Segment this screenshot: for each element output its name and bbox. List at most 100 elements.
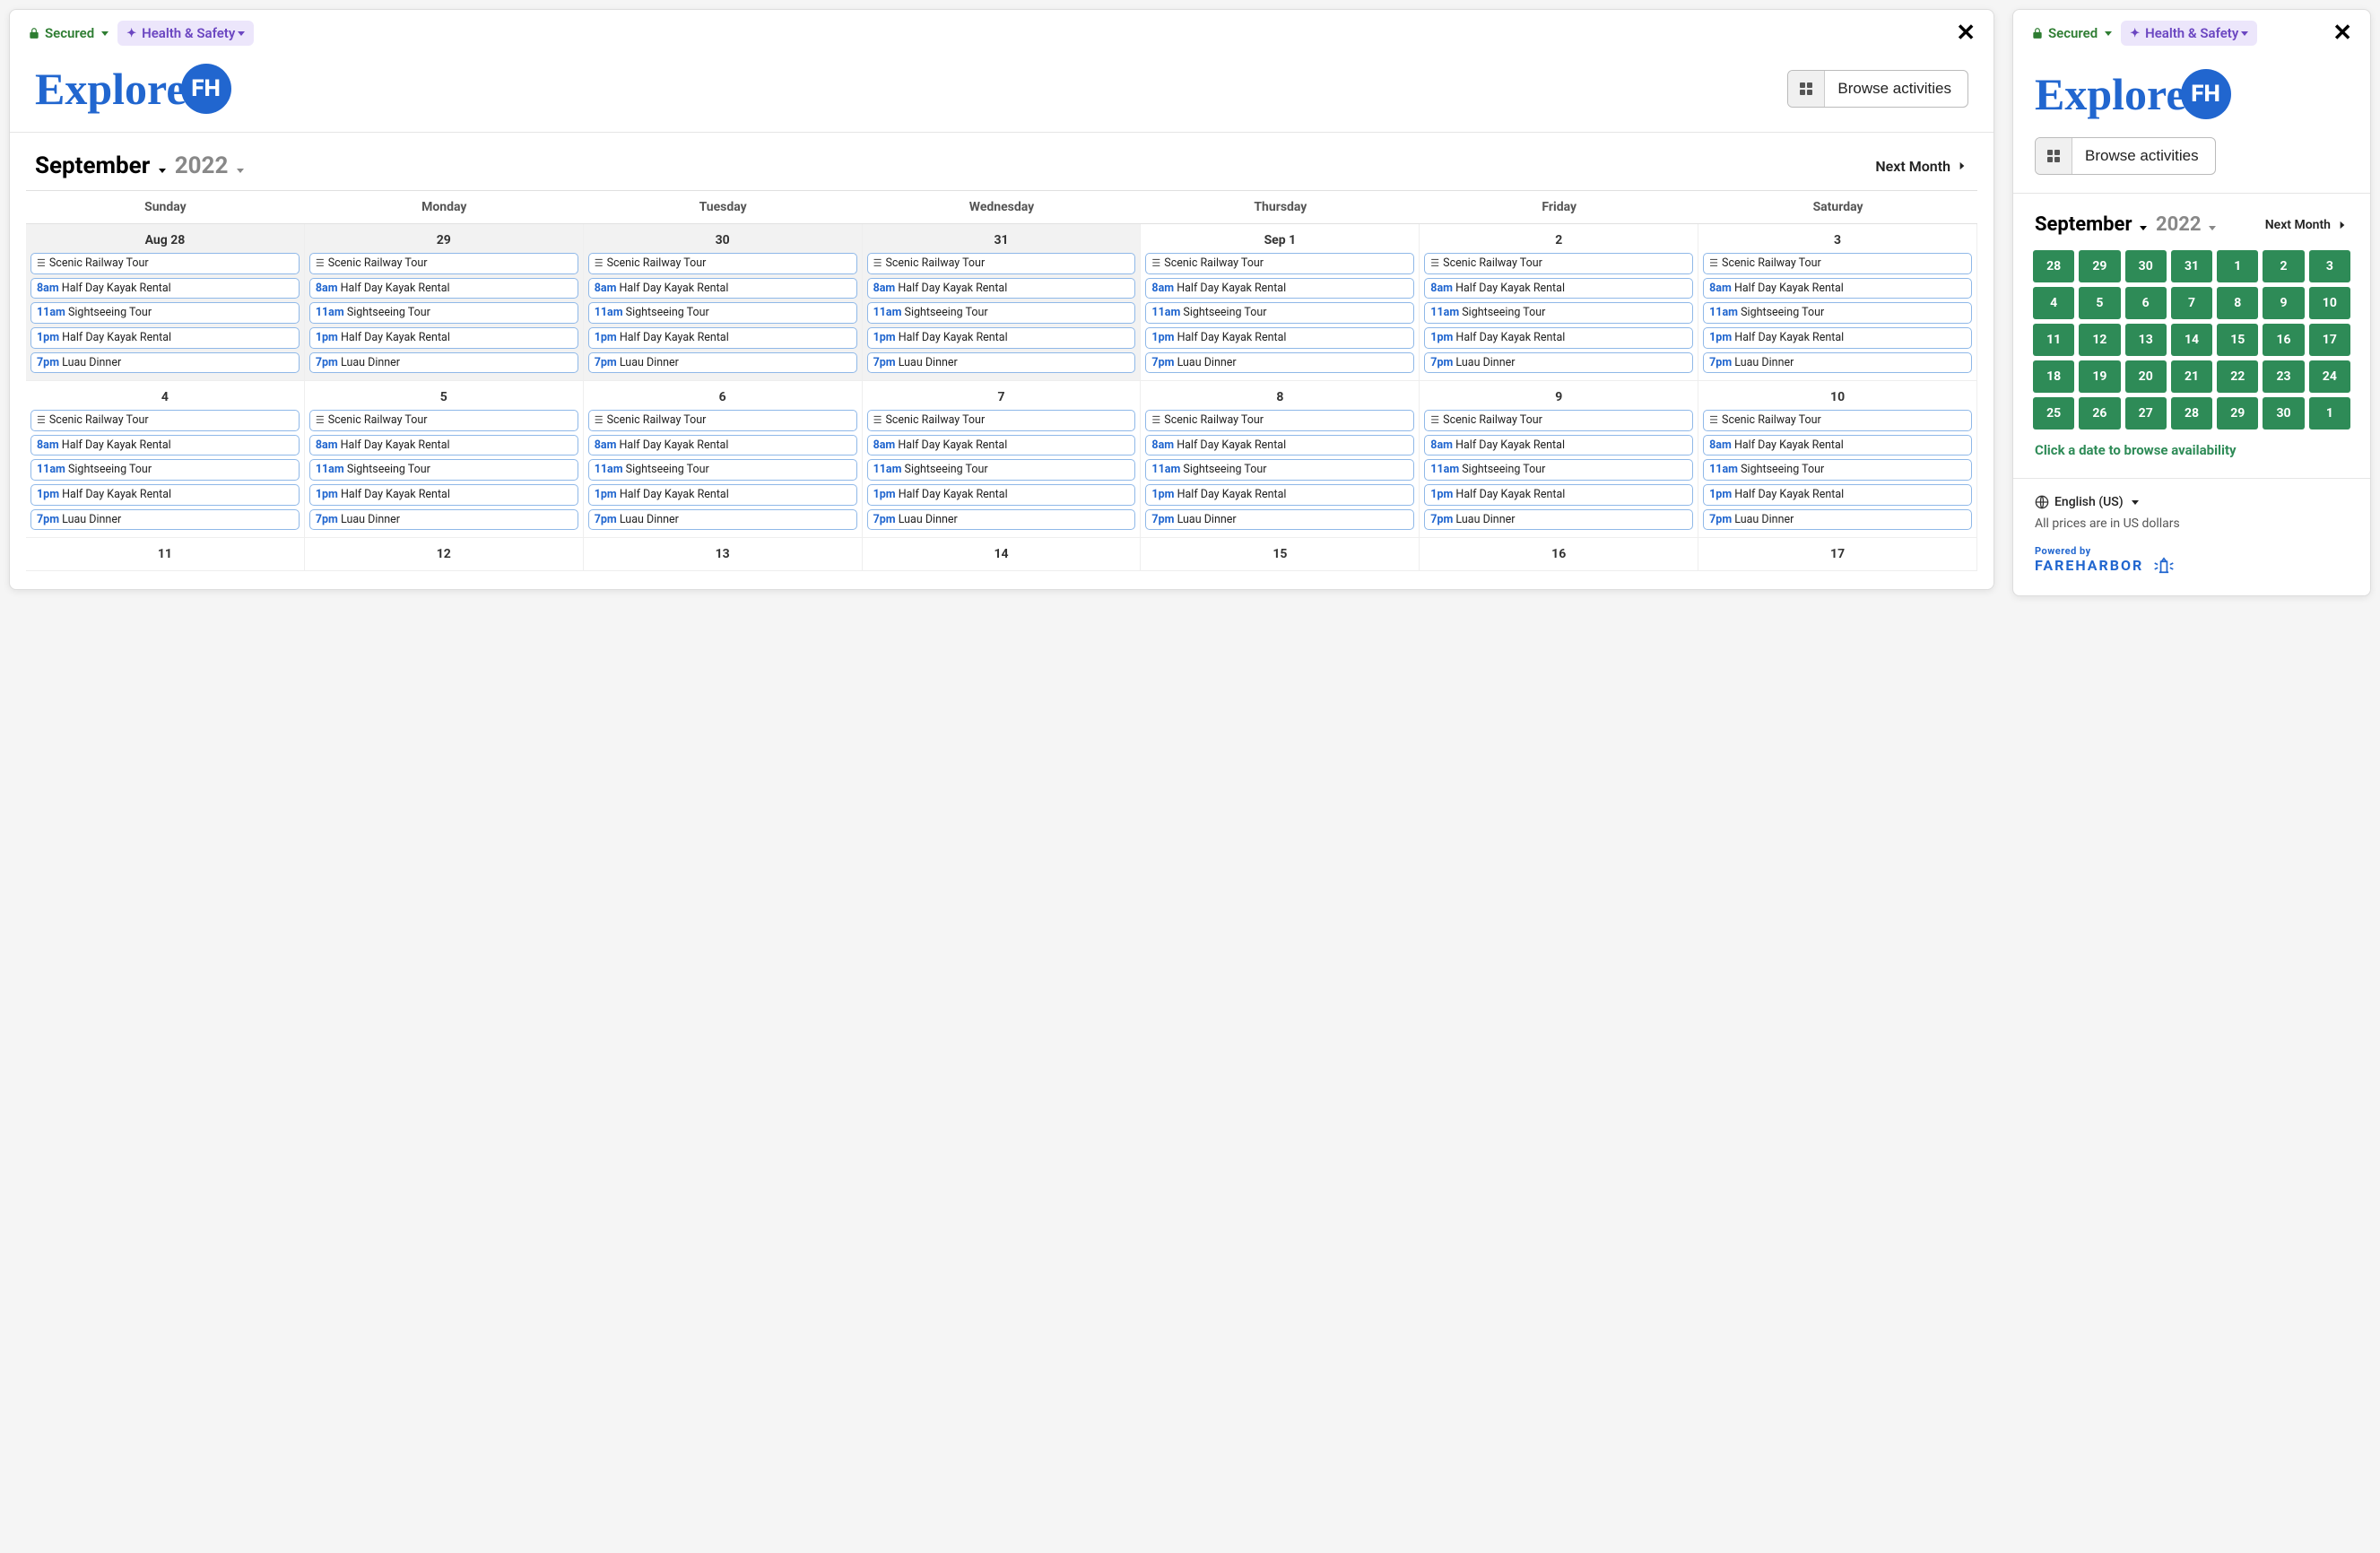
mini-date-cell[interactable]: 28	[2033, 250, 2074, 282]
calendar-cell[interactable]: 2Scenic Railway Tour8am Half Day Kayak R…	[1420, 224, 1698, 381]
next-month-button[interactable]: Next Month	[1875, 158, 1968, 175]
calendar-event[interactable]: 7pm Luau Dinner	[30, 509, 300, 531]
calendar-cell[interactable]: 30Scenic Railway Tour8am Half Day Kayak …	[584, 224, 863, 381]
calendar-event[interactable]: 1pm Half Day Kayak Rental	[588, 484, 857, 506]
calendar-cell[interactable]: 4Scenic Railway Tour8am Half Day Kayak R…	[26, 381, 305, 538]
calendar-cell[interactable]: 10Scenic Railway Tour8am Half Day Kayak …	[1698, 381, 1977, 538]
calendar-cell[interactable]: 7Scenic Railway Tour8am Half Day Kayak R…	[863, 381, 1142, 538]
calendar-event[interactable]: 11am Sightseeing Tour	[1424, 302, 1693, 324]
calendar-event[interactable]: Scenic Railway Tour	[867, 410, 1136, 431]
calendar-event[interactable]: 1pm Half Day Kayak Rental	[309, 327, 578, 349]
calendar-event[interactable]: 11am Sightseeing Tour	[1145, 459, 1414, 481]
mini-date-cell[interactable]: 15	[2217, 324, 2258, 356]
mini-date-cell[interactable]: 10	[2309, 287, 2350, 319]
calendar-event[interactable]: Scenic Railway Tour	[867, 253, 1136, 274]
calendar-cell[interactable]: Aug 28Scenic Railway Tour8am Half Day Ka…	[26, 224, 305, 381]
calendar-event[interactable]: 1pm Half Day Kayak Rental	[1424, 484, 1693, 506]
calendar-event[interactable]: 11am Sightseeing Tour	[1424, 459, 1693, 481]
calendar-cell[interactable]: 17	[1698, 538, 1977, 571]
calendar-event[interactable]: 8am Half Day Kayak Rental	[30, 278, 300, 299]
calendar-event[interactable]: 1pm Half Day Kayak Rental	[1145, 484, 1414, 506]
language-select[interactable]: English (US)	[2035, 495, 2349, 509]
calendar-cell[interactable]: Sep 1Scenic Railway Tour8am Half Day Kay…	[1141, 224, 1420, 381]
calendar-event[interactable]: 8am Half Day Kayak Rental	[1703, 278, 1972, 299]
calendar-event[interactable]: 7pm Luau Dinner	[1145, 352, 1414, 374]
calendar-cell[interactable]: 13	[584, 538, 863, 571]
calendar-event[interactable]: 11am Sightseeing Tour	[1145, 302, 1414, 324]
health-safety-badge[interactable]: Health & Safety	[117, 21, 254, 46]
calendar-cell[interactable]: 15	[1141, 538, 1420, 571]
calendar-event[interactable]: 1pm Half Day Kayak Rental	[30, 484, 300, 506]
mini-date-cell[interactable]: 18	[2033, 360, 2074, 393]
calendar-event[interactable]: 7pm Luau Dinner	[1703, 509, 1972, 531]
calendar-event[interactable]: Scenic Railway Tour	[309, 253, 578, 274]
mini-date-cell[interactable]: 20	[2125, 360, 2167, 393]
mini-date-cell[interactable]: 6	[2125, 287, 2167, 319]
calendar-event[interactable]: 11am Sightseeing Tour	[30, 302, 300, 324]
calendar-event[interactable]: 1pm Half Day Kayak Rental	[588, 327, 857, 349]
mini-date-cell[interactable]: 31	[2171, 250, 2212, 282]
calendar-event[interactable]: 11am Sightseeing Tour	[1703, 459, 1972, 481]
calendar-event[interactable]: Scenic Railway Tour	[1145, 410, 1414, 431]
calendar-event[interactable]: 11am Sightseeing Tour	[588, 459, 857, 481]
mini-date-cell[interactable]: 11	[2033, 324, 2074, 356]
mini-date-cell[interactable]: 1	[2217, 250, 2258, 282]
mini-date-cell[interactable]: 24	[2309, 360, 2350, 393]
calendar-cell[interactable]: 12	[305, 538, 584, 571]
browse-activities-button[interactable]: Browse activities	[2035, 137, 2216, 175]
mini-date-cell[interactable]: 25	[2033, 397, 2074, 429]
calendar-event[interactable]: 1pm Half Day Kayak Rental	[867, 484, 1136, 506]
calendar-cell[interactable]: 29Scenic Railway Tour8am Half Day Kayak …	[305, 224, 584, 381]
calendar-event[interactable]: 8am Half Day Kayak Rental	[30, 435, 300, 456]
close-button[interactable]: ✕	[2332, 22, 2352, 45]
mini-date-cell[interactable]: 8	[2217, 287, 2258, 319]
mini-date-cell[interactable]: 30	[2263, 397, 2304, 429]
mini-date-cell[interactable]: 13	[2125, 324, 2167, 356]
mini-date-cell[interactable]: 26	[2079, 397, 2120, 429]
calendar-event[interactable]: Scenic Railway Tour	[1703, 410, 1972, 431]
calendar-event[interactable]: 7pm Luau Dinner	[867, 509, 1136, 531]
calendar-event[interactable]: 7pm Luau Dinner	[1703, 352, 1972, 374]
calendar-cell[interactable]: 9Scenic Railway Tour8am Half Day Kayak R…	[1420, 381, 1698, 538]
powered-by[interactable]: Powered by FAREHARBOR	[2035, 545, 2349, 574]
month-select[interactable]: September	[2035, 213, 2147, 236]
calendar-event[interactable]: 1pm Half Day Kayak Rental	[1424, 327, 1693, 349]
health-safety-badge[interactable]: Health & Safety	[2121, 21, 2257, 46]
mini-date-cell[interactable]: 27	[2125, 397, 2167, 429]
calendar-event[interactable]: 1pm Half Day Kayak Rental	[1703, 484, 1972, 506]
secured-badge[interactable]: Secured	[28, 25, 109, 41]
mini-date-cell[interactable]: 14	[2171, 324, 2212, 356]
secured-badge[interactable]: Secured	[2031, 25, 2112, 41]
calendar-event[interactable]: 11am Sightseeing Tour	[867, 302, 1136, 324]
calendar-event[interactable]: 11am Sightseeing Tour	[588, 302, 857, 324]
calendar-event[interactable]: 11am Sightseeing Tour	[1703, 302, 1972, 324]
calendar-event[interactable]: 8am Half Day Kayak Rental	[588, 278, 857, 299]
close-button[interactable]: ✕	[1956, 22, 1976, 45]
mini-date-cell[interactable]: 16	[2263, 324, 2304, 356]
next-month-button[interactable]: Next Month	[2265, 218, 2349, 232]
calendar-event[interactable]: 8am Half Day Kayak Rental	[1145, 278, 1414, 299]
calendar-cell[interactable]: 8Scenic Railway Tour8am Half Day Kayak R…	[1141, 381, 1420, 538]
calendar-event[interactable]: 7pm Luau Dinner	[1145, 509, 1414, 531]
calendar-cell[interactable]: 16	[1420, 538, 1698, 571]
calendar-event[interactable]: 8am Half Day Kayak Rental	[309, 278, 578, 299]
mini-date-cell[interactable]: 12	[2079, 324, 2120, 356]
mini-date-cell[interactable]: 28	[2171, 397, 2212, 429]
calendar-event[interactable]: 1pm Half Day Kayak Rental	[1703, 327, 1972, 349]
calendar-event[interactable]: 1pm Half Day Kayak Rental	[867, 327, 1136, 349]
calendar-event[interactable]: 11am Sightseeing Tour	[309, 302, 578, 324]
browse-activities-button[interactable]: Browse activities	[1787, 70, 1968, 108]
year-select[interactable]: 2022	[2156, 213, 2216, 236]
calendar-event[interactable]: 7pm Luau Dinner	[309, 352, 578, 374]
mini-date-cell[interactable]: 7	[2171, 287, 2212, 319]
year-select[interactable]: 2022	[175, 152, 244, 179]
calendar-cell[interactable]: 3Scenic Railway Tour8am Half Day Kayak R…	[1698, 224, 1977, 381]
mini-date-cell[interactable]: 23	[2263, 360, 2304, 393]
calendar-event[interactable]: 7pm Luau Dinner	[1424, 509, 1693, 531]
calendar-event[interactable]: 8am Half Day Kayak Rental	[1424, 278, 1693, 299]
calendar-event[interactable]: 7pm Luau Dinner	[309, 509, 578, 531]
calendar-event[interactable]: 7pm Luau Dinner	[588, 352, 857, 374]
mini-date-cell[interactable]: 2	[2263, 250, 2304, 282]
calendar-event[interactable]: 8am Half Day Kayak Rental	[588, 435, 857, 456]
calendar-cell[interactable]: 31Scenic Railway Tour8am Half Day Kayak …	[863, 224, 1142, 381]
